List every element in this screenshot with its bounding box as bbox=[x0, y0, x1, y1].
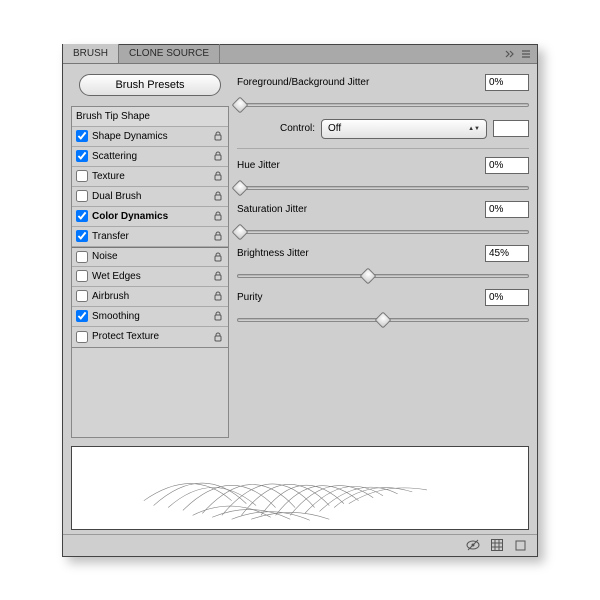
option-label: Dual Brush bbox=[92, 191, 208, 202]
setting-control: Control: Off ▲▼ bbox=[237, 118, 529, 140]
option-texture[interactable]: Texture bbox=[72, 167, 228, 187]
lock-icon[interactable] bbox=[212, 210, 224, 222]
lock-icon[interactable] bbox=[212, 150, 224, 162]
setting-purity: Purity bbox=[237, 289, 529, 307]
option-label: Wet Edges bbox=[92, 271, 208, 282]
option-label: Noise bbox=[92, 251, 208, 262]
option-label: Scattering bbox=[92, 151, 208, 162]
checkbox-wet-edges[interactable] bbox=[76, 270, 88, 282]
option-shape-dynamics[interactable]: Shape Dynamics bbox=[72, 127, 228, 147]
left-column: Brush Presets Brush Tip Shape Shape Dyna… bbox=[71, 74, 229, 438]
settings-column: Foreground/Background Jitter Control: Of… bbox=[237, 74, 529, 438]
checkbox-shape-dynamics[interactable] bbox=[76, 130, 88, 142]
options-filler bbox=[71, 348, 229, 438]
lock-icon[interactable] bbox=[212, 170, 224, 182]
option-airbrush[interactable]: Airbrush bbox=[72, 287, 228, 307]
chevron-updown-icon: ▲▼ bbox=[468, 126, 480, 132]
slider-brightness-jitter[interactable] bbox=[237, 269, 529, 283]
new-brush-icon[interactable] bbox=[513, 537, 529, 553]
checkbox-transfer[interactable] bbox=[76, 230, 88, 242]
slider-purity[interactable] bbox=[237, 313, 529, 327]
input-fgbg-jitter[interactable] bbox=[485, 74, 529, 91]
option-label: Shape Dynamics bbox=[92, 131, 208, 142]
checkbox-scattering[interactable] bbox=[76, 150, 88, 162]
setting-label: Saturation Jitter bbox=[237, 204, 479, 215]
select-value: Off bbox=[328, 123, 341, 134]
tab-brush[interactable]: BRUSH bbox=[63, 44, 119, 63]
tab-bar: BRUSH CLONE SOURCE bbox=[63, 45, 537, 64]
brush-options-list: Brush Tip Shape Shape Dynamics Scatterin… bbox=[71, 106, 229, 348]
checkbox-noise[interactable] bbox=[76, 251, 88, 263]
input-saturation-jitter[interactable] bbox=[485, 201, 529, 218]
setting-label: Brightness Jitter bbox=[237, 248, 479, 259]
checkbox-color-dynamics[interactable] bbox=[76, 210, 88, 222]
option-protect-texture[interactable]: Protect Texture bbox=[72, 327, 228, 347]
setting-label: Foreground/Background Jitter bbox=[237, 77, 479, 88]
option-label: Smoothing bbox=[92, 311, 208, 322]
lock-icon[interactable] bbox=[212, 270, 224, 282]
brush-preview bbox=[71, 446, 529, 530]
setting-brightness-jitter: Brightness Jitter bbox=[237, 245, 529, 263]
option-dual-brush[interactable]: Dual Brush bbox=[72, 187, 228, 207]
checkbox-dual-brush[interactable] bbox=[76, 190, 88, 202]
option-color-dynamics[interactable]: Color Dynamics bbox=[72, 207, 228, 227]
lock-icon[interactable] bbox=[212, 230, 224, 242]
panel-menu-icon[interactable] bbox=[519, 47, 533, 61]
option-smoothing[interactable]: Smoothing bbox=[72, 307, 228, 327]
toggle-preview-icon[interactable] bbox=[465, 537, 481, 553]
input-control-extra[interactable] bbox=[493, 120, 529, 137]
option-wet-edges[interactable]: Wet Edges bbox=[72, 267, 228, 287]
option-label: Color Dynamics bbox=[92, 211, 208, 222]
slider-saturation-jitter[interactable] bbox=[237, 225, 529, 239]
setting-fgbg-jitter: Foreground/Background Jitter bbox=[237, 74, 529, 92]
checkbox-texture[interactable] bbox=[76, 170, 88, 182]
lock-icon[interactable] bbox=[212, 290, 224, 302]
select-control[interactable]: Off ▲▼ bbox=[321, 119, 487, 139]
input-hue-jitter[interactable] bbox=[485, 157, 529, 174]
brush-presets-button[interactable]: Brush Presets bbox=[79, 74, 221, 96]
checkbox-protect-texture[interactable] bbox=[76, 331, 88, 343]
brush-grid-icon[interactable] bbox=[489, 537, 505, 553]
setting-label: Hue Jitter bbox=[237, 160, 479, 171]
option-label: Protect Texture bbox=[92, 331, 208, 342]
tab-clone-source[interactable]: CLONE SOURCE bbox=[119, 44, 220, 63]
brush-stroke-preview-icon bbox=[72, 447, 528, 529]
checkbox-airbrush[interactable] bbox=[76, 290, 88, 302]
setting-label: Purity bbox=[237, 292, 479, 303]
lock-icon[interactable] bbox=[212, 331, 224, 343]
option-noise[interactable]: Noise bbox=[72, 247, 228, 267]
option-transfer[interactable]: Transfer bbox=[72, 227, 228, 247]
lock-icon[interactable] bbox=[212, 251, 224, 263]
panel-footer bbox=[63, 534, 537, 556]
collapse-icon[interactable] bbox=[503, 47, 517, 61]
slider-hue-jitter[interactable] bbox=[237, 181, 529, 195]
option-scattering[interactable]: Scattering bbox=[72, 147, 228, 167]
checkbox-smoothing[interactable] bbox=[76, 310, 88, 322]
option-label: Transfer bbox=[92, 231, 208, 242]
lock-icon[interactable] bbox=[212, 190, 224, 202]
slider-fgbg-jitter[interactable] bbox=[237, 98, 529, 112]
brush-panel: BRUSH CLONE SOURCE Brush Presets Brush T… bbox=[62, 44, 538, 557]
lock-icon[interactable] bbox=[212, 310, 224, 322]
option-label: Airbrush bbox=[92, 291, 208, 302]
lock-icon[interactable] bbox=[212, 130, 224, 142]
setting-label: Control: bbox=[237, 123, 315, 134]
option-label: Texture bbox=[92, 171, 208, 182]
setting-saturation-jitter: Saturation Jitter bbox=[237, 201, 529, 219]
input-purity[interactable] bbox=[485, 289, 529, 306]
setting-hue-jitter: Hue Jitter bbox=[237, 157, 529, 175]
option-label: Brush Tip Shape bbox=[76, 111, 224, 122]
input-brightness-jitter[interactable] bbox=[485, 245, 529, 262]
option-brush-tip-shape[interactable]: Brush Tip Shape bbox=[72, 107, 228, 127]
